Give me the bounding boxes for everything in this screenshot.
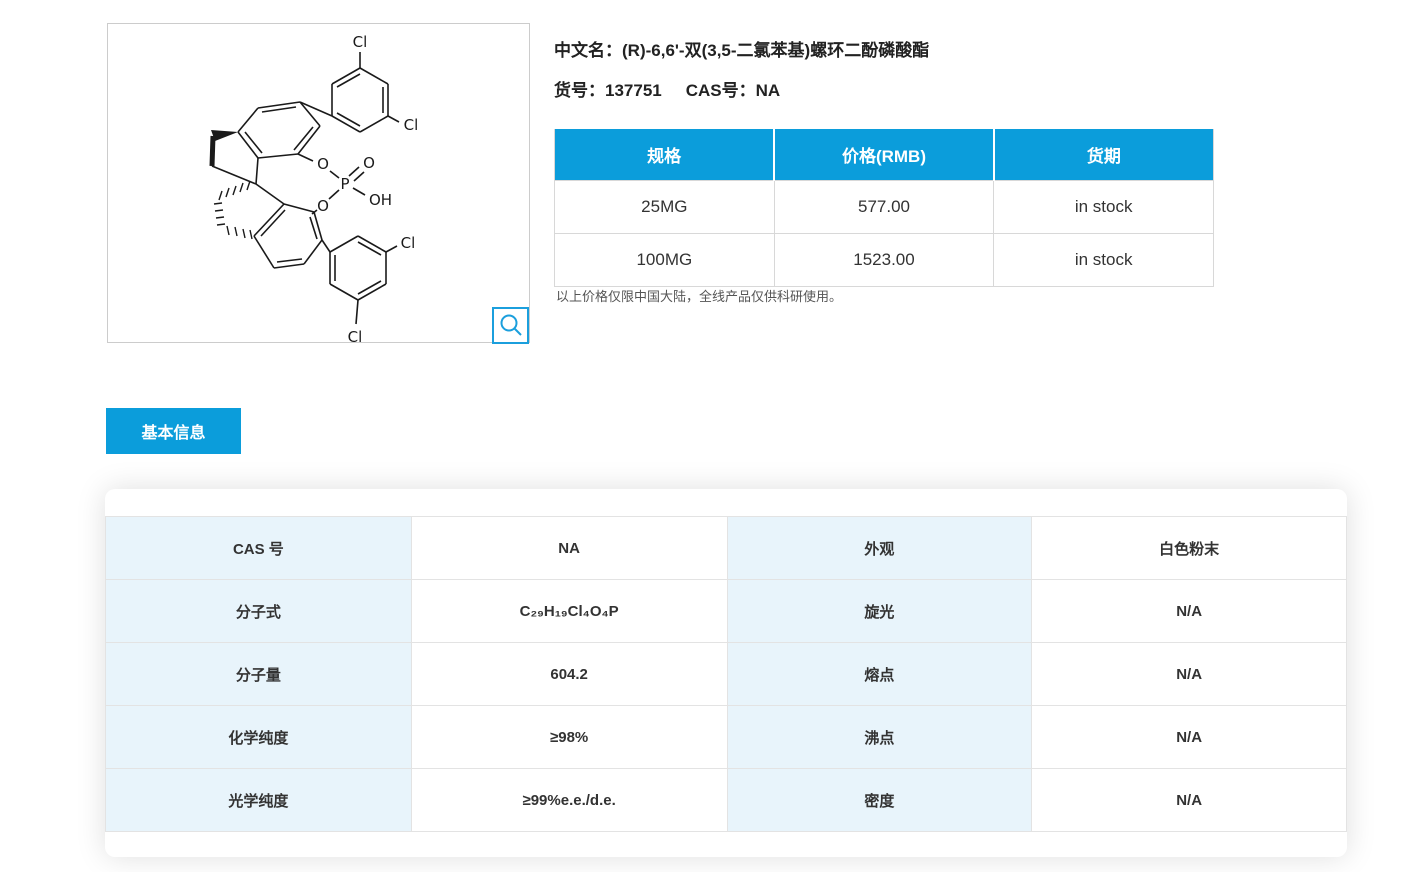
pricing-price-cell: 1523.00: [773, 233, 995, 287]
info-label-cell: 分子式: [105, 579, 412, 643]
info-value-cell: ≥99%e.e./d.e.: [410, 768, 728, 832]
info-row: 光学纯度 ≥99%e.e./d.e. 密度 N/A: [105, 768, 1347, 832]
info-label-cell: CAS 号: [105, 516, 412, 580]
pricing-row: 25MG 577.00 in stock: [554, 180, 1214, 234]
product-name-line: 中文名：(R)-6,6'-双(3,5-二氯苯基)螺环二酚磷酸酯: [554, 36, 929, 61]
info-row: 化学纯度 ≥98% 沸点 N/A: [105, 705, 1347, 769]
magnifier-icon: [500, 314, 522, 336]
info-label-cell: 密度: [726, 768, 1033, 832]
catalog-number: 137751: [605, 81, 662, 100]
pricing-header-price: 价格(RMB): [774, 129, 995, 181]
atom-label-o: O: [363, 154, 375, 172]
info-label-cell: 沸点: [726, 705, 1033, 769]
atom-label-o: O: [317, 155, 329, 173]
info-value-cell: NA: [410, 516, 728, 580]
info-label-cell: 外观: [726, 516, 1033, 580]
catalog-label: 货号：: [554, 81, 605, 100]
pricing-header-row: 规格 价格(RMB) 货期: [554, 129, 1214, 181]
pricing-spec-cell: 25MG: [554, 180, 775, 234]
pricing-spec-cell: 100MG: [554, 233, 775, 287]
molecule-drawing: Cl Cl O O P OH O Cl Cl: [209, 31, 420, 342]
pricing-header-availability: 货期: [993, 129, 1214, 181]
info-label-cell: 光学纯度: [105, 768, 412, 832]
info-value-cell: 604.2: [410, 642, 728, 706]
pricing-price-cell: 577.00: [773, 180, 995, 234]
info-row: 分子量 604.2 熔点 N/A: [105, 642, 1347, 706]
price-note: 以上价格仅限中国大陆，全线产品仅供科研使用。: [556, 289, 843, 304]
info-value-cell: N/A: [1031, 768, 1347, 832]
info-value-cell: ≥98%: [410, 705, 728, 769]
pricing-header-spec: 规格: [554, 129, 776, 181]
cas-number: NA: [755, 81, 781, 100]
info-value-cell: N/A: [1031, 579, 1347, 643]
info-value-cell: C₂₉H₁₉Cl₄O₄P: [410, 579, 728, 643]
info-label-cell: 熔点: [726, 642, 1033, 706]
atom-label-p: P: [340, 175, 349, 193]
atom-label-o: O: [317, 197, 329, 215]
product-name-label: 中文名：: [554, 41, 622, 60]
cas-label: CAS号：: [685, 81, 756, 100]
pricing-row: 100MG 1523.00 in stock: [554, 233, 1214, 287]
pricing-availability-cell: in stock: [993, 180, 1214, 234]
tab-basic-info[interactable]: 基本信息: [106, 408, 241, 454]
pricing-table: 规格 价格(RMB) 货期 25MG 577.00 in stock 100MG…: [554, 129, 1214, 287]
basic-info-table: CAS 号 NA 外观 白色粉末 分子式 C₂₉H₁₉Cl₄O₄P 旋光 N/A…: [105, 516, 1347, 832]
product-structure-image: Cl Cl O O P OH O Cl Cl: [107, 23, 530, 344]
info-value-cell: N/A: [1031, 642, 1347, 706]
product-name: (R)-6,6'-双(3,5-二氯苯基)螺环二酚磷酸酯: [622, 41, 930, 60]
info-value-cell: N/A: [1031, 705, 1347, 769]
atom-label-cl: Cl: [353, 33, 368, 51]
info-row: 分子式 C₂₉H₁₉Cl₄O₄P 旋光 N/A: [105, 579, 1347, 643]
atom-label-cl: Cl: [348, 328, 363, 342]
zoom-button[interactable]: [492, 307, 529, 344]
atom-label-oh: OH: [369, 191, 392, 209]
atom-label-cl: Cl: [401, 234, 416, 252]
product-page: Cl Cl O O P OH O Cl Cl 中文名：(R)-6,6'-双(3,…: [0, 0, 1425, 872]
atom-label-cl: Cl: [404, 116, 419, 134]
info-row: CAS 号 NA 外观 白色粉末: [105, 516, 1347, 580]
info-label-cell: 化学纯度: [105, 705, 412, 769]
pricing-availability-cell: in stock: [993, 233, 1214, 287]
product-codes-line: 货号：137751 CAS号：NA: [554, 76, 780, 101]
info-value-cell: 白色粉末: [1031, 516, 1347, 580]
info-label-cell: 分子量: [105, 642, 412, 706]
info-label-cell: 旋光: [726, 579, 1033, 643]
basic-info-card: CAS 号 NA 外观 白色粉末 分子式 C₂₉H₁₉Cl₄O₄P 旋光 N/A…: [105, 489, 1347, 857]
